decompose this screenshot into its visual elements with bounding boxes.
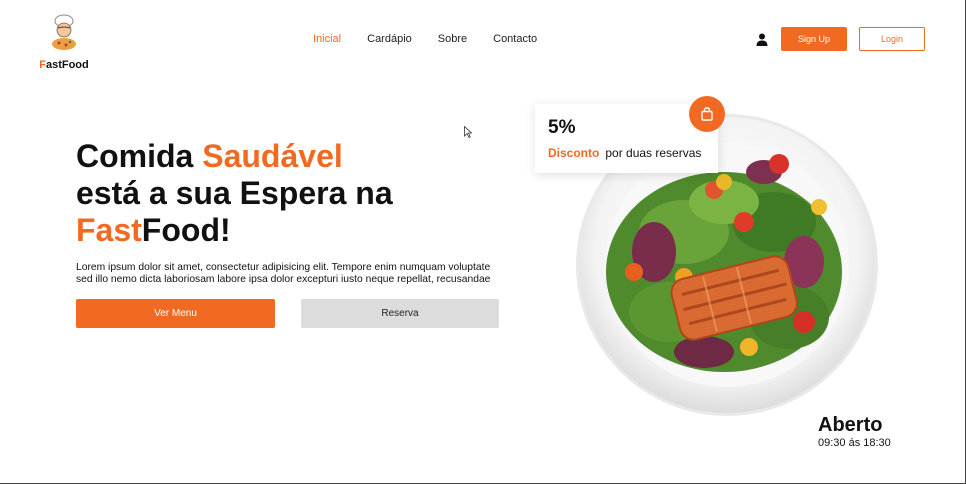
- opening-hours: 09:30 ás 18:30: [818, 437, 891, 449]
- hero-title: Comida Saudável está a sua Espera na Fas…: [76, 138, 393, 249]
- chef-logo-icon: [52, 14, 76, 50]
- hero-title-highlight: Saudável: [202, 138, 343, 174]
- nav-item-contacto[interactable]: Contacto: [493, 33, 537, 45]
- discount-percent: 5%: [548, 117, 576, 138]
- reserve-button[interactable]: Reserva: [301, 299, 499, 328]
- brand-logo[interactable]: FastFood: [38, 12, 90, 71]
- nav-item-sobre[interactable]: Sobre: [438, 33, 467, 45]
- brand-name: FastFood: [39, 59, 89, 71]
- hero-title-highlight-fast: Fast: [76, 212, 142, 248]
- hero-description: Lorem ipsum dolor sit amet, consectetur …: [76, 262, 491, 285]
- discount-label: Disconto: [548, 146, 600, 160]
- hero-title-line2: está a sua Espera na: [76, 175, 393, 211]
- mouse-cursor-icon: [464, 126, 472, 138]
- opening-status: Aberto: [818, 414, 883, 436]
- hero-title-part: Comida: [76, 138, 203, 174]
- discount-detail: por duas reservas: [605, 146, 702, 160]
- shopping-bag-icon: [701, 107, 713, 121]
- main-nav: Inicial Cardápio Sobre Contacto: [313, 33, 537, 45]
- view-menu-button[interactable]: Ver Menu: [76, 299, 275, 328]
- nav-item-inicial[interactable]: Inicial: [313, 33, 341, 45]
- login-button[interactable]: Login: [859, 27, 925, 51]
- user-icon[interactable]: [756, 33, 768, 46]
- discount-text: Disconto por duas reservas: [548, 146, 701, 160]
- hero-title-food: Food!: [141, 212, 231, 248]
- signup-button[interactable]: Sign Up: [781, 27, 847, 51]
- nav-item-cardapio[interactable]: Cardápio: [367, 33, 412, 45]
- shopping-bag-button[interactable]: [689, 96, 725, 132]
